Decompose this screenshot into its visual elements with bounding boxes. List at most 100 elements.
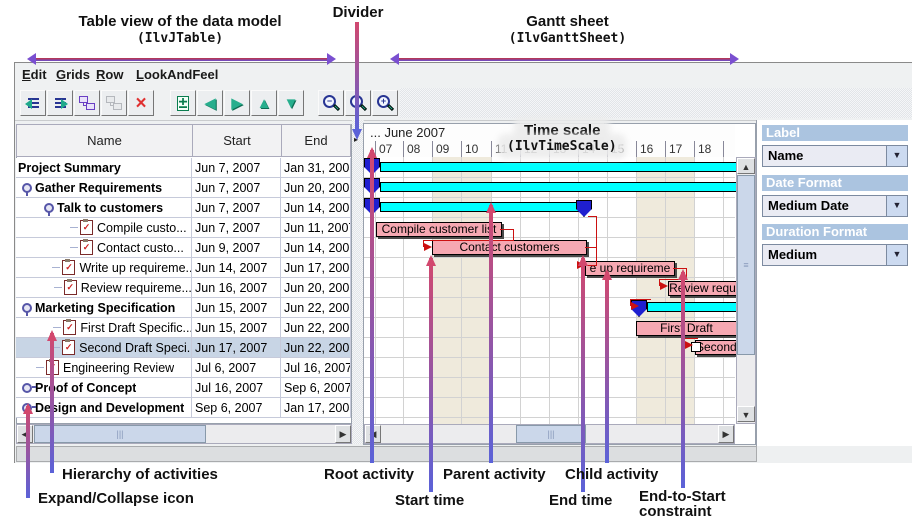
menu-row[interactable]: Row: [96, 67, 123, 82]
table-row[interactable]: Marketing Specification Jun 15, 2007 Jun…: [16, 298, 351, 318]
name-cell[interactable]: Marketing Specification: [16, 298, 192, 318]
end-cell[interactable]: Jan 31, 2008: [281, 158, 351, 178]
delete-row-button[interactable]: ×: [128, 90, 154, 116]
table-row[interactable]: ✓ First Draft Specific... Jun 15, 2007 J…: [16, 318, 351, 338]
gantt-hscroll-thumb[interactable]: |||: [516, 425, 586, 443]
table-row[interactable]: Gather Requirements Jun 7, 2007 Jun 20, …: [16, 178, 351, 198]
end-cell[interactable]: Jun 11, 2007: [281, 218, 351, 238]
activity-bar-compile[interactable]: Compile customer list: [376, 222, 502, 237]
summary-bar-gather[interactable]: [380, 182, 737, 192]
end-cell[interactable]: Jun 22, 2007: [281, 338, 351, 358]
start-cell[interactable]: Jul 16, 2007: [192, 378, 281, 398]
arrow-head-right-icon: [327, 53, 342, 65]
table-hscroll-thumb[interactable]: |||: [34, 425, 206, 443]
zoom-in-button[interactable]: +: [372, 90, 398, 116]
start-cell[interactable]: Jun 7, 2007: [192, 198, 281, 218]
start-cell[interactable]: Jul 6, 2007: [192, 358, 281, 378]
summary-bar-talk[interactable]: [380, 202, 579, 212]
activity-bar-first-draft[interactable]: First Draft: [636, 321, 737, 336]
expand-collapse-all-button[interactable]: ±: [170, 90, 196, 116]
name-cell[interactable]: ✓ Write up requireme...: [16, 258, 192, 278]
end-cell[interactable]: Jun 17, 2007: [281, 258, 351, 278]
start-cell[interactable]: Jun 16, 2007: [192, 278, 281, 298]
scroll-right-button[interactable]: ▶: [335, 425, 351, 443]
end-cell[interactable]: Sep 6, 2007: [281, 378, 351, 398]
start-cell[interactable]: Jun 14, 2007: [192, 258, 281, 278]
duration-format-combobox[interactable]: Medium ▼: [762, 244, 908, 266]
name-cell[interactable]: Talk to customers: [16, 198, 192, 218]
summary-bar-marketing[interactable]: [647, 302, 737, 312]
table-row[interactable]: ✓ Compile custo... Jun 7, 2007 Jun 11, 2…: [16, 218, 351, 238]
end-cell[interactable]: Jun 20, 2007: [281, 278, 351, 298]
menu-edit[interactable]: Edit: [22, 67, 47, 82]
table-row-selected[interactable]: ✓ Second Draft Speci... Jun 17, 2007 Jun…: [16, 338, 351, 358]
insert-row-before-button[interactable]: [20, 90, 46, 116]
tree-expanded-icon[interactable]: [22, 182, 32, 194]
table-row[interactable]: ✓ Write up requireme... Jun 14, 2007 Jun…: [16, 258, 351, 278]
end-cell[interactable]: Jun 20, 2007: [281, 178, 351, 198]
tree-expanded-icon[interactable]: [22, 302, 32, 314]
label-combobox[interactable]: Name ▼: [762, 145, 908, 167]
name-cell[interactable]: ✓ Review requireme...: [16, 278, 192, 298]
menu-grids[interactable]: Grids: [56, 67, 90, 82]
end-cell[interactable]: Jun 22, 2007: [281, 318, 351, 338]
column-header-name[interactable]: Name: [16, 124, 193, 157]
column-header-start[interactable]: Start: [192, 124, 282, 157]
start-cell[interactable]: Jun 7, 2007: [192, 178, 281, 198]
navigate-up-button[interactable]: ▲: [251, 90, 277, 116]
start-cell[interactable]: Jun 17, 2007: [192, 338, 281, 358]
chevron-down-icon[interactable]: ▼: [886, 146, 907, 166]
name-cell[interactable]: Proof of Concept: [16, 378, 192, 398]
end-cell[interactable]: Jun 22, 2007: [281, 298, 351, 318]
start-cell[interactable]: Jun 9, 2007: [192, 238, 281, 258]
activity-bar-second-draft[interactable]: Second: [695, 340, 737, 355]
scroll-down-button[interactable]: ▼: [737, 406, 755, 422]
name-cell[interactable]: ✓ Engineering Review: [16, 358, 192, 378]
navigate-down-button[interactable]: ▼: [278, 90, 304, 116]
end-cell[interactable]: Jun 14, 2007: [281, 238, 351, 258]
tree-collapsed-icon[interactable]: [22, 382, 32, 394]
start-cell[interactable]: Jun 15, 2007: [192, 318, 281, 338]
table-row[interactable]: Project Summary Jun 7, 2007 Jan 31, 2008: [16, 158, 351, 178]
chevron-down-icon[interactable]: ▼: [886, 196, 907, 216]
start-time-pointer-arrow: [429, 258, 433, 492]
end-cell[interactable]: Jan 17, 2008: [281, 398, 351, 418]
insert-row-after-button[interactable]: [47, 90, 73, 116]
date-format-combobox[interactable]: Medium Date ▼: [762, 195, 908, 217]
name-cell[interactable]: Project Summary: [16, 158, 192, 178]
start-cell[interactable]: Sep 6, 2007: [192, 398, 281, 418]
navigate-right-button[interactable]: ▶: [224, 90, 250, 116]
activity-bar-contact[interactable]: Contact customers: [432, 240, 587, 255]
scroll-up-button[interactable]: ▲: [737, 158, 755, 174]
start-cell[interactable]: Jun 15, 2007: [192, 298, 281, 318]
start-cell[interactable]: Jun 7, 2007: [192, 158, 281, 178]
name-cell[interactable]: Design and Development: [16, 398, 192, 418]
gantt-vscroll-thumb[interactable]: ≡: [737, 175, 755, 355]
zoom-out-button[interactable]: −: [318, 90, 344, 116]
name-cell[interactable]: ✓ Second Draft Speci...: [16, 338, 192, 358]
start-cell[interactable]: Jun 7, 2007: [192, 218, 281, 238]
make-child-button[interactable]: [74, 90, 100, 116]
chevron-down-icon[interactable]: ▼: [886, 245, 907, 265]
name-cell[interactable]: ✓ Compile custo...: [16, 218, 192, 238]
name-cell[interactable]: ✓ First Draft Specific...: [16, 318, 192, 338]
scroll-left-button[interactable]: ◀: [17, 425, 33, 443]
table-row[interactable]: Proof of Concept Jul 16, 2007 Sep 6, 200…: [16, 378, 351, 398]
tree-expanded-icon[interactable]: [44, 202, 54, 214]
activity-bar-write[interactable]: e up requireme: [585, 261, 675, 276]
table-row[interactable]: ✓ Review requireme... Jun 16, 2007 Jun 2…: [16, 278, 351, 298]
menu-lookandfeel[interactable]: LookAndFeel: [136, 67, 218, 82]
name-cell[interactable]: ✓ Contact custo...: [16, 238, 192, 258]
scroll-right-button[interactable]: ▶: [718, 425, 734, 443]
activity-bar-review[interactable]: Review requ: [668, 281, 737, 296]
end-cell[interactable]: Jun 14, 2007: [281, 198, 351, 218]
table-row[interactable]: Design and Development Sep 6, 2007 Jan 1…: [16, 398, 351, 418]
summary-bar-project[interactable]: [380, 162, 737, 172]
table-row[interactable]: Talk to customers Jun 7, 2007 Jun 14, 20…: [16, 198, 351, 218]
name-cell[interactable]: Gather Requirements: [16, 178, 192, 198]
end-cell[interactable]: Jul 16, 2007: [281, 358, 351, 378]
table-row[interactable]: ✓ Contact custo... Jun 9, 2007 Jun 14, 2…: [16, 238, 351, 258]
table-row[interactable]: ✓ Engineering Review Jul 6, 2007 Jul 16,…: [16, 358, 351, 378]
column-header-end[interactable]: End: [281, 124, 351, 157]
navigate-left-button[interactable]: ◀: [197, 90, 223, 116]
